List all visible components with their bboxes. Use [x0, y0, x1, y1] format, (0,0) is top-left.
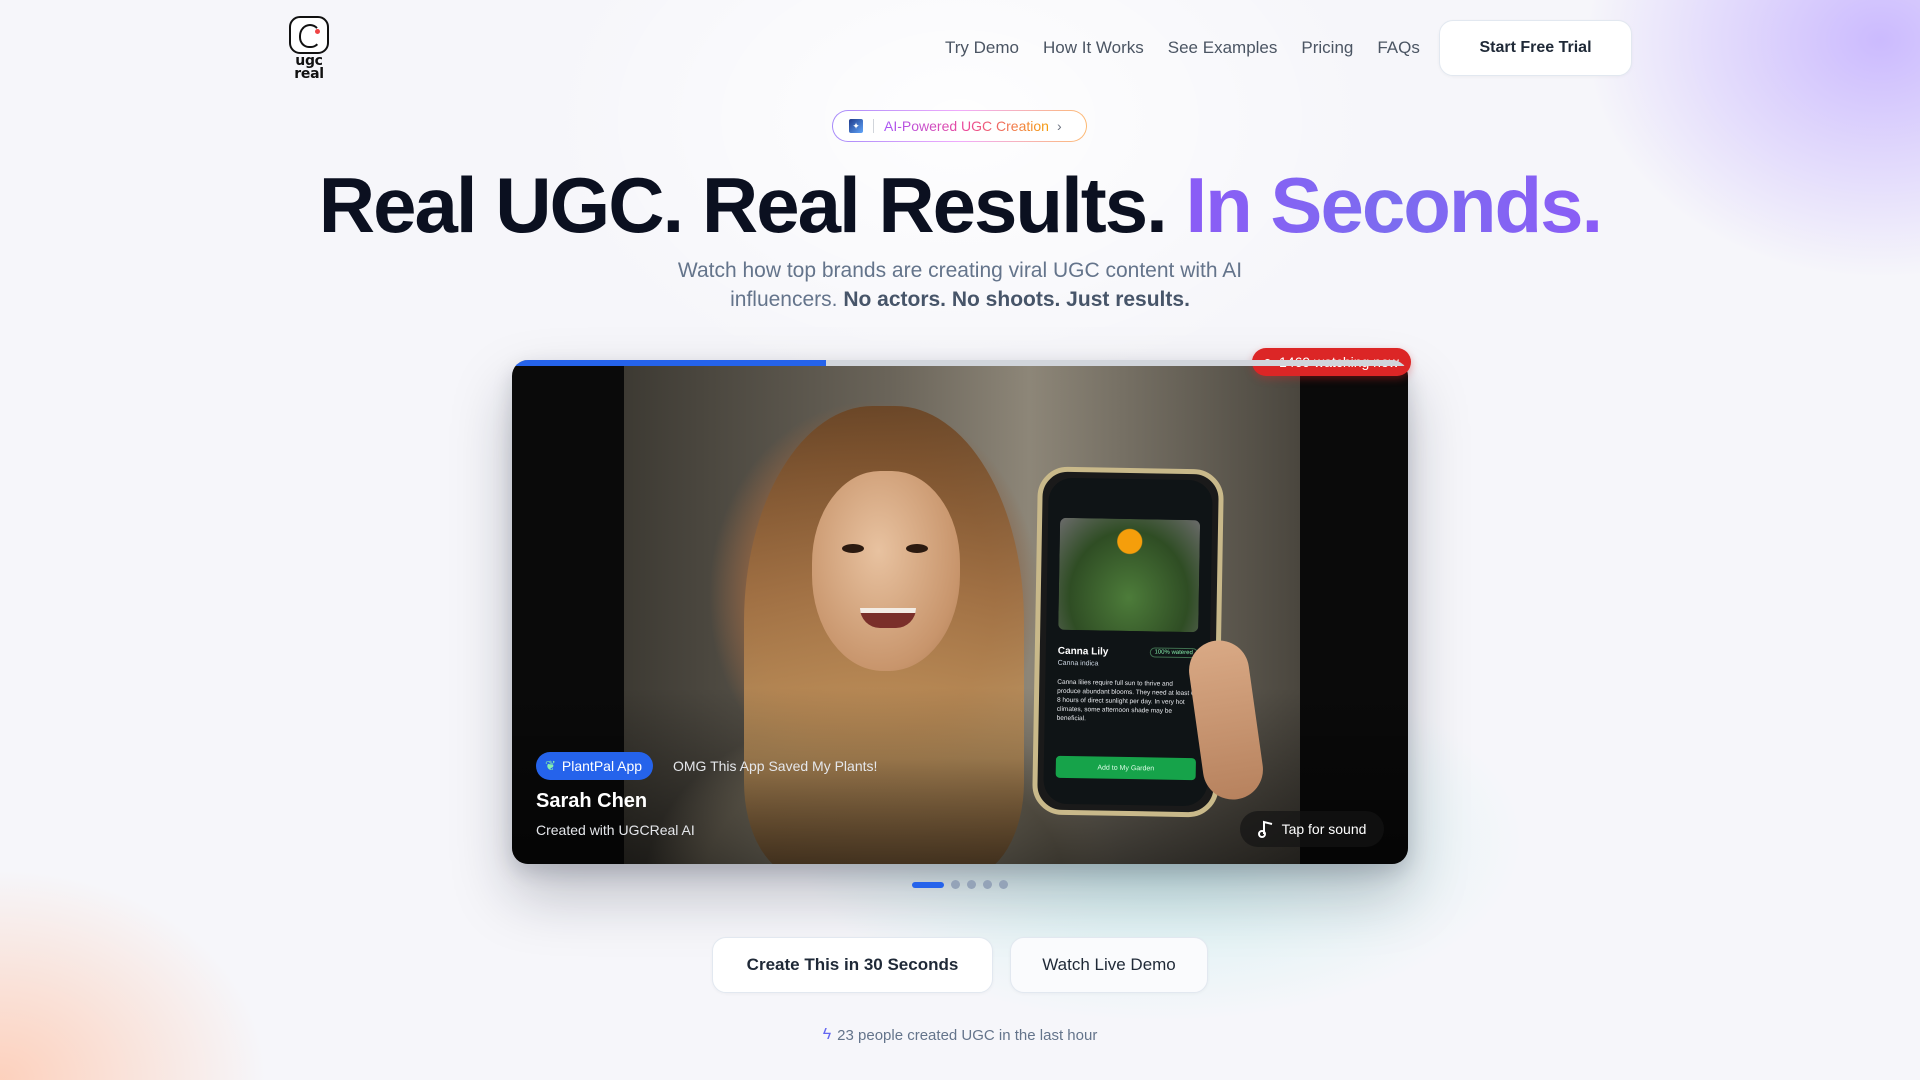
- nav-see-examples[interactable]: See Examples: [1168, 38, 1278, 58]
- carousel-dots: [912, 880, 1008, 889]
- creator-subtitle: Created with UGCReal AI: [536, 822, 695, 838]
- badge-divider: [873, 119, 874, 133]
- phone-mockup: Canna Lily Canna indica 100% watered Can…: [1031, 466, 1225, 818]
- video-progress-fill: [512, 360, 826, 366]
- tap-for-sound-button[interactable]: Tap for sound: [1240, 811, 1384, 847]
- top-nav: ugc real Try Demo How It Works See Examp…: [0, 0, 1920, 96]
- chevron-right-icon: ›: [1056, 118, 1062, 134]
- plant-scientific-name: Canna indica: [1057, 659, 1099, 668]
- video-player[interactable]: [512, 360, 1408, 864]
- carousel-dot[interactable]: [967, 880, 976, 889]
- app-tag[interactable]: ❦ PlantPal App: [536, 752, 654, 780]
- watch-demo-button[interactable]: Watch Live Demo: [1010, 937, 1208, 993]
- nav-faqs[interactable]: FAQs: [1377, 38, 1420, 58]
- carousel-dot[interactable]: [983, 880, 992, 889]
- logo-icon: [289, 16, 329, 54]
- app-tag-label: PlantPal App: [561, 758, 643, 774]
- plant-description: Canna lilies require full sun to thrive …: [1056, 678, 1197, 723]
- logo-text-bottom: real: [294, 66, 324, 82]
- creator-name: Sarah Chen: [536, 790, 648, 812]
- leaf-icon: ❦: [545, 758, 556, 773]
- music-note-icon: [1257, 820, 1272, 838]
- ai-badge[interactable]: ✦ AI-Powered UGC Creation ›: [832, 110, 1087, 142]
- social-proof-text: 23 people created UGC in the last hour: [837, 1026, 1098, 1044]
- start-free-trial-button[interactable]: Start Free Trial: [1439, 20, 1632, 76]
- nav-pricing[interactable]: Pricing: [1301, 38, 1353, 58]
- carousel-dot[interactable]: [912, 881, 944, 888]
- carousel-dot[interactable]: [999, 880, 1008, 889]
- nav-how-it-works[interactable]: How It Works: [1043, 38, 1144, 58]
- headline-accent: In Seconds.: [1185, 161, 1603, 249]
- plant-name: Canna Lily: [1057, 645, 1109, 658]
- headline-main: Real UGC. Real Results.: [318, 161, 1168, 249]
- lightning-icon: ϟ: [822, 1026, 832, 1043]
- create-ugc-button[interactable]: Create This in 30 Seconds: [712, 937, 993, 993]
- plant-photo: [1058, 517, 1201, 633]
- social-proof: ϟ 23 people created UGC in the last hour: [0, 1026, 1920, 1044]
- nav-try-demo[interactable]: Try Demo: [945, 38, 1019, 58]
- logo[interactable]: ugc real: [289, 16, 329, 82]
- video-progress-bar[interactable]: [512, 360, 1408, 366]
- sound-label: Tap for sound: [1281, 821, 1367, 837]
- page-title: Real UGC. Real Results. In Seconds.: [0, 160, 1920, 251]
- video-overlay: [512, 360, 1408, 864]
- hero-subtitle: Watch how top brands are creating viral …: [660, 256, 1260, 314]
- carousel-dot[interactable]: [951, 880, 960, 889]
- nav-links: Try Demo How It Works See Examples Prici…: [945, 38, 1444, 58]
- phone-screen: Canna Lily Canna indica 100% watered Can…: [1043, 477, 1213, 807]
- subtitle-bold: No actors. No shoots. Just results.: [843, 288, 1190, 311]
- add-to-garden-button: Add to My Garden: [1055, 755, 1196, 781]
- badge-label: AI-Powered UGC Creation: [884, 118, 1049, 134]
- plant-status-pill: 100% watered: [1149, 647, 1198, 659]
- sparkle-icon: ✦: [849, 119, 863, 133]
- video-caption: OMG This App Saved My Plants!: [673, 758, 878, 774]
